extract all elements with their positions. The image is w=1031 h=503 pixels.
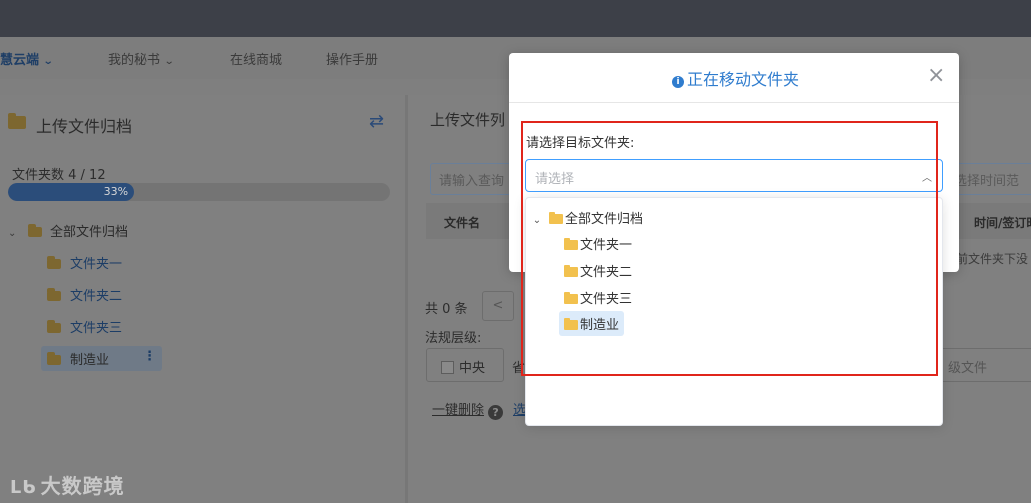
level-filter-label: 法规层级: bbox=[425, 331, 482, 346]
date-range-input[interactable]: 选择时间范 bbox=[948, 163, 1031, 195]
tree-item-label: 文件夹三 bbox=[70, 321, 123, 336]
tree-item-label: 文件夹一 bbox=[70, 257, 123, 272]
link-label: 一键删除 bbox=[432, 403, 485, 418]
one-click-delete-link[interactable]: 一键删除? bbox=[432, 399, 507, 420]
pagination-total: 共 0 条 bbox=[425, 302, 468, 317]
empty-state-text: 前文件夹下没 bbox=[956, 252, 1029, 266]
column-header-filename: 文件名 bbox=[444, 216, 481, 230]
file-list-title: 上传文件列 bbox=[430, 111, 506, 129]
folder-count-label: 文件夹数 4 / 12 bbox=[12, 168, 106, 183]
chevron-down-icon: ⌄ bbox=[163, 56, 175, 67]
tree-item-folder-3[interactable]: 文件夹三 bbox=[47, 317, 122, 336]
chevron-down-icon[interactable]: ⌄ bbox=[8, 228, 22, 239]
nav-item-shop[interactable]: 在线商城 bbox=[230, 49, 282, 68]
top-bar bbox=[0, 0, 1031, 37]
folder-quota-progress: 33% bbox=[8, 183, 390, 201]
watermark: ᒪᑲ 大数跨境 bbox=[10, 470, 125, 499]
help-icon[interactable]: ? bbox=[488, 405, 504, 420]
tree-item-folder-2[interactable]: 文件夹二 bbox=[47, 285, 122, 304]
nav-item-label: 我的秘书 bbox=[108, 53, 161, 68]
sidebar-title: 上传文件归档 bbox=[36, 117, 133, 136]
sidebar-header: 上传文件归档 ⇄ bbox=[0, 109, 405, 139]
swap-arrows-icon[interactable]: ⇄ bbox=[369, 111, 384, 132]
level-checkbox-central[interactable]: 中央 bbox=[426, 348, 504, 382]
highlight-annotation-box bbox=[521, 121, 938, 376]
tree-item-folder-1[interactable]: 文件夹一 bbox=[47, 253, 122, 272]
folder-icon bbox=[47, 256, 61, 269]
progress-fill: 33% bbox=[8, 183, 135, 201]
tree-item-label: 文件夹二 bbox=[70, 289, 123, 304]
archive-sidebar: 上传文件归档 ⇄ 文件夹数 4 / 12 33% ⌄ 全部文件归档 文件夹一 文件… bbox=[0, 95, 405, 503]
nav-brand-menu[interactable]: 慧云端 ⌄ bbox=[0, 49, 54, 68]
folder-icon bbox=[47, 288, 61, 301]
nav-item-label: 在线商城 bbox=[230, 53, 283, 68]
nav-item-secretary[interactable]: 我的秘书 ⌄ bbox=[108, 49, 175, 68]
tree-item-label: 制造业 bbox=[70, 353, 110, 368]
watermark-logo-icon: ᒪᑲ bbox=[10, 477, 37, 498]
tree-root-label: 全部文件归档 bbox=[50, 225, 129, 240]
watermark-text: 大数跨境 bbox=[40, 474, 125, 498]
close-icon[interactable]: × bbox=[927, 65, 945, 87]
folder-icon bbox=[8, 113, 26, 129]
nav-brand-label: 慧云端 bbox=[0, 53, 40, 68]
dialog-title-text: 正在移动文件夹 bbox=[687, 70, 800, 89]
nav-item-manual[interactable]: 操作手册 bbox=[326, 49, 378, 68]
checkbox-icon[interactable] bbox=[441, 361, 454, 374]
pagination-prev-button[interactable]: < bbox=[482, 291, 514, 321]
folder-icon bbox=[47, 320, 61, 333]
dialog-header: i 正在移动文件夹 × bbox=[509, 53, 959, 103]
folder-icon bbox=[28, 224, 42, 237]
file-type-select[interactable]: 级文件 bbox=[938, 348, 1031, 382]
chevron-down-icon: ⌄ bbox=[42, 56, 54, 67]
tree-root-item[interactable]: ⌄ 全部文件归档 bbox=[8, 221, 128, 240]
tree-item-manufacturing[interactable]: 制造业 ⋮ bbox=[41, 346, 162, 371]
folder-icon bbox=[47, 352, 61, 365]
dialog-title: i 正在移动文件夹 bbox=[672, 66, 799, 90]
nav-item-label: 操作手册 bbox=[326, 53, 379, 68]
more-options-icon[interactable]: ⋮ bbox=[143, 349, 156, 364]
checkbox-label: 中央 bbox=[459, 361, 486, 376]
info-icon: i bbox=[672, 76, 684, 88]
column-header-time: 时间/签订时间 bbox=[974, 216, 1031, 230]
